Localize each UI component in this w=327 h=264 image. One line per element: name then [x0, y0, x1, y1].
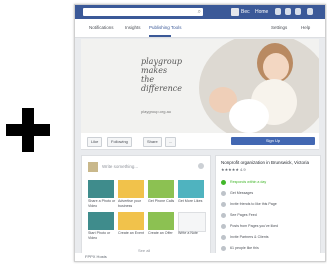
- tab-settings[interactable]: Settings: [271, 24, 287, 32]
- card-phone-calls[interactable]: [148, 180, 174, 198]
- brand-line: makes: [141, 66, 168, 75]
- card-label: Advertise your business: [118, 199, 141, 208]
- sidebar-row[interactable]: See Pages Feed: [221, 211, 315, 221]
- share-button[interactable]: Share: [143, 137, 162, 147]
- plus-icon: [6, 108, 50, 152]
- card-create-offer[interactable]: [148, 212, 174, 230]
- brand-line: the: [141, 75, 155, 84]
- sidebar-row-text: See Pages Feed: [230, 213, 257, 217]
- card-advertise[interactable]: [118, 180, 144, 198]
- child-face: [263, 53, 289, 81]
- like-button[interactable]: Like: [87, 137, 103, 147]
- card-label: Get Phone Calls: [148, 199, 175, 203]
- page-category: Nonprofit organization in Brunswick, Vic…: [221, 160, 309, 165]
- search-input[interactable]: ⌕: [83, 8, 203, 16]
- sidebar-row-text: Responds within a day: [230, 180, 267, 184]
- page-avatar: [88, 162, 98, 172]
- bottom-section: FPPX Hosts: [75, 253, 325, 261]
- sidebar-row-text: 61 people like this: [230, 246, 259, 250]
- card-more-likes[interactable]: [178, 180, 204, 198]
- card-label: Create an Event: [118, 231, 144, 235]
- post-composer-input[interactable]: Write something...: [102, 164, 138, 169]
- more-button[interactable]: ...: [165, 137, 177, 147]
- brand-line: playgroup: [141, 57, 183, 66]
- tab-notifications[interactable]: Notifications: [89, 24, 114, 32]
- tab-publishing-tools[interactable]: Publishing Tools: [149, 24, 181, 32]
- brand-line: difference: [141, 84, 183, 93]
- cover-photo: playgroup makes the difference playgroup…: [81, 39, 319, 133]
- card-share-photo[interactable]: [88, 180, 114, 198]
- rating: ★★★★★ 4.9: [221, 167, 246, 172]
- like-icon: [221, 246, 226, 251]
- card-create-event[interactable]: [118, 212, 144, 230]
- card-label: Write a Note: [178, 231, 198, 235]
- sign-up-button[interactable]: Sign Up: [231, 137, 315, 145]
- card-write-note[interactable]: [178, 212, 206, 232]
- publisher-panel: Write something... Share a Photo or Vide…: [81, 155, 211, 259]
- magnifier-icon: ⌕: [197, 9, 201, 15]
- emoji-icon[interactable]: [198, 163, 204, 169]
- friends-icon[interactable]: [275, 8, 281, 15]
- sidebar-row[interactable]: Responds within a day: [221, 178, 315, 188]
- avatar[interactable]: [231, 8, 239, 16]
- following-button[interactable]: Following: [107, 137, 132, 147]
- facebook-page-screenshot: ⌕ Bec Home Notifications Insights Publis…: [74, 4, 326, 262]
- messages-icon[interactable]: [285, 8, 291, 15]
- sidebar-row[interactable]: Get Messages: [221, 189, 315, 199]
- pages-icon: [221, 224, 226, 229]
- card-label: Start Photo or Video: [88, 231, 111, 240]
- profile-link[interactable]: Bec: [241, 8, 250, 16]
- brand-text: playgroup makes the difference: [141, 57, 182, 93]
- bottom-label: FPPX Hosts: [85, 254, 107, 259]
- sidebar-row-text: Posts from Pages you've liked: [230, 224, 279, 228]
- sidebar-row-text: Get Messages: [230, 191, 254, 195]
- notifications-icon[interactable]: [295, 8, 301, 15]
- card-label: Share a Photo or Video: [88, 199, 116, 208]
- feed-icon: [221, 213, 226, 218]
- sidebar-row-text: Invite Partners & Clients: [230, 235, 269, 239]
- tab-insights[interactable]: Insights: [125, 24, 141, 32]
- active-tab-indicator: [149, 35, 171, 37]
- help-icon[interactable]: [307, 8, 313, 15]
- brand-url: playgroup.org.au: [141, 109, 172, 114]
- partners-icon: [221, 235, 226, 240]
- clock-icon: [221, 180, 226, 185]
- card-start-video[interactable]: [88, 212, 114, 230]
- about-sidebar: Nonprofit organization in Brunswick, Vic…: [215, 155, 321, 259]
- page-tabs: Notifications Insights Publishing Tools …: [75, 19, 325, 38]
- message-icon: [221, 191, 226, 196]
- top-navigation-bar: ⌕ Bec Home: [75, 5, 325, 19]
- sidebar-row[interactable]: Invite Partners & Clients: [221, 233, 315, 243]
- tab-help[interactable]: Help: [301, 24, 310, 32]
- baby-blanket: [229, 99, 269, 133]
- invite-icon: [221, 202, 226, 207]
- sidebar-row-text: Invite friends to like this Page: [230, 202, 277, 206]
- card-label: Create an Offer: [148, 231, 173, 235]
- sidebar-row[interactable]: Invite friends to like this Page: [221, 200, 315, 210]
- home-link[interactable]: Home: [255, 8, 268, 16]
- page-action-bar: Like Following Share ... Sign Up: [81, 133, 319, 150]
- card-label: Get More Likes: [178, 199, 203, 203]
- sidebar-row[interactable]: Posts from Pages you've liked: [221, 222, 315, 232]
